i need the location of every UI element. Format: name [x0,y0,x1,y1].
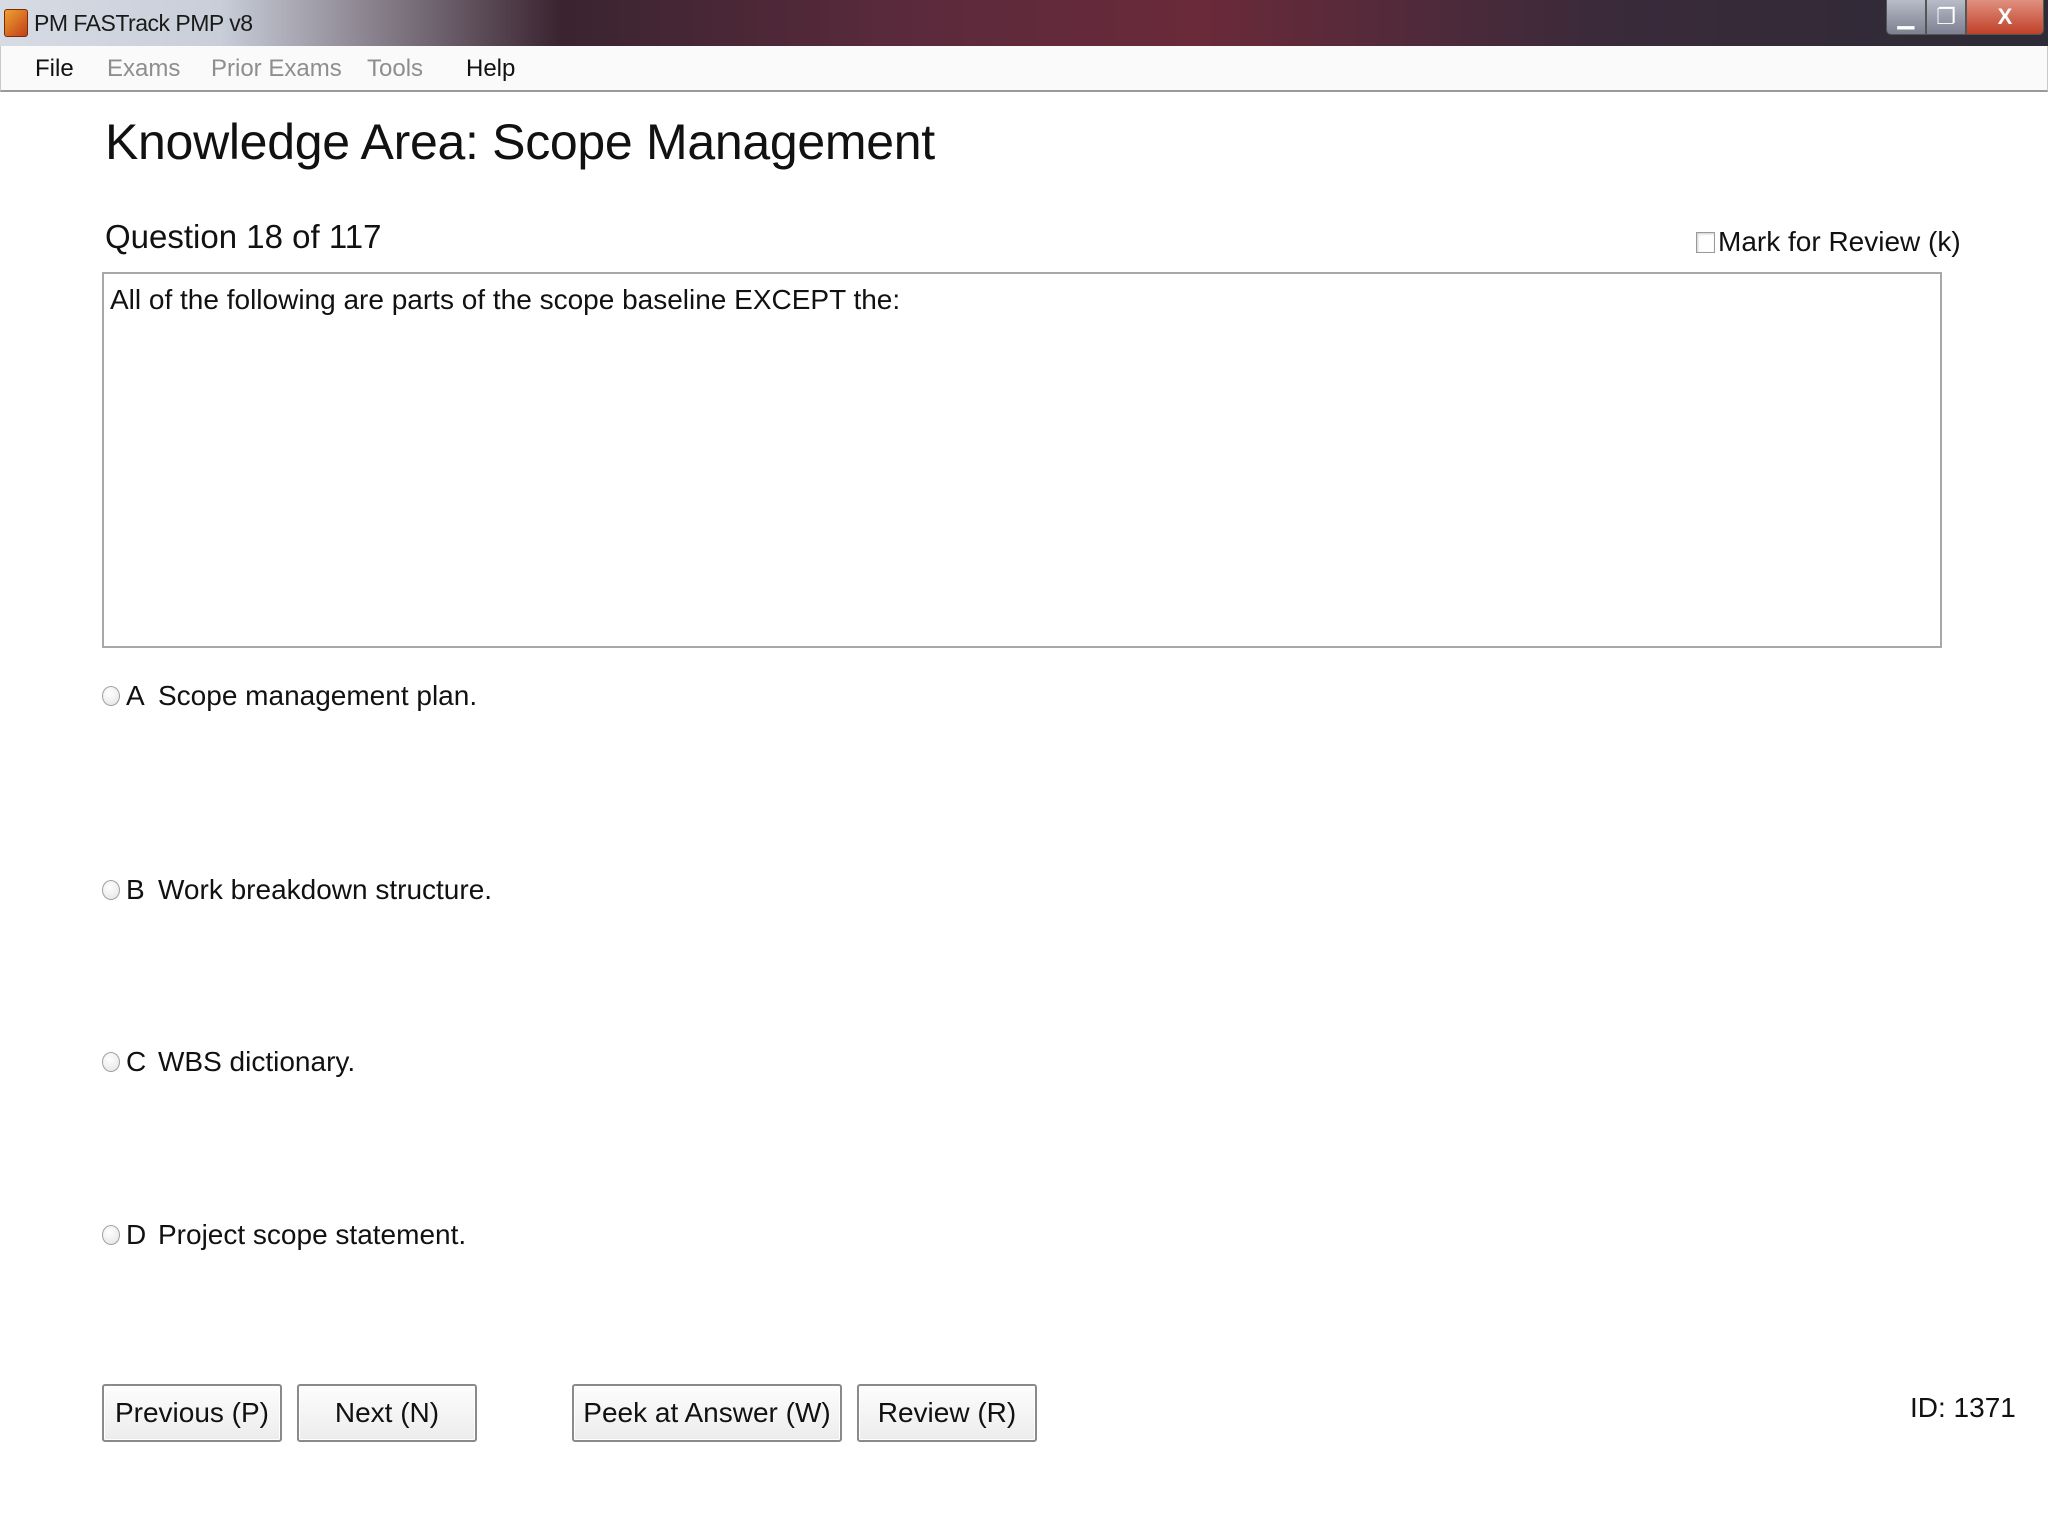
checkbox-box[interactable] [1696,231,1715,253]
window-titlebar: PM FASTrack PMP v8 ▁ ❐ X [0,0,2048,47]
question-text: All of the following are parts of the sc… [110,284,901,315]
option-text: Project scope statement. [158,1219,467,1250]
menu-bar: File Exams Prior Exams Tools Help [0,46,2048,92]
radio-button[interactable] [102,1052,120,1072]
radio-button[interactable] [102,686,120,706]
menu-prior-exams[interactable]: Prior Exams [211,55,342,83]
app-icon [4,9,28,37]
answer-option-c[interactable]: C WBS dictionary. [102,1046,355,1078]
menu-file[interactable]: File [35,55,74,83]
minimize-icon[interactable]: ▁ [1886,0,1926,35]
option-text: WBS dictionary. [158,1046,356,1077]
menu-exams[interactable]: Exams [107,55,180,83]
option-text: Scope management plan. [158,680,478,711]
window-title: PM FASTrack PMP v8 [34,10,253,36]
maximize-icon[interactable]: ❐ [1926,0,1966,35]
review-button[interactable]: Review (R) [857,1384,1037,1442]
question-counter: Question 18 of 117 [105,218,382,255]
mark-for-review-label: Mark for Review (k) [1718,226,1961,257]
question-id: ID: 1371 [1910,1392,2016,1423]
option-letter: A [126,680,145,711]
question-box: All of the following are parts of the sc… [102,272,1942,648]
mark-for-review-checkbox[interactable]: Mark for Review (k) [1696,226,1961,258]
close-icon[interactable]: X [1966,0,2044,35]
option-text: Work breakdown structure. [158,874,493,905]
previous-button[interactable]: Previous (P) [102,1384,282,1442]
answer-option-d[interactable]: D Project scope statement. [102,1219,466,1251]
peek-at-answer-button[interactable]: Peek at Answer (W) [572,1384,842,1442]
option-letter: B [126,874,145,905]
page-title: Knowledge Area: Scope Management [105,114,935,170]
window-controls: ▁ ❐ X [1886,0,2044,38]
radio-button[interactable] [102,880,120,900]
next-button[interactable]: Next (N) [297,1384,477,1442]
option-letter: C [126,1046,147,1077]
option-letter: D [126,1219,147,1250]
answer-option-a[interactable]: A Scope management plan. [102,680,477,712]
radio-button[interactable] [102,1225,120,1245]
answer-option-b[interactable]: B Work breakdown structure. [102,874,492,906]
menu-tools[interactable]: Tools [367,55,423,83]
menu-help[interactable]: Help [466,55,515,83]
